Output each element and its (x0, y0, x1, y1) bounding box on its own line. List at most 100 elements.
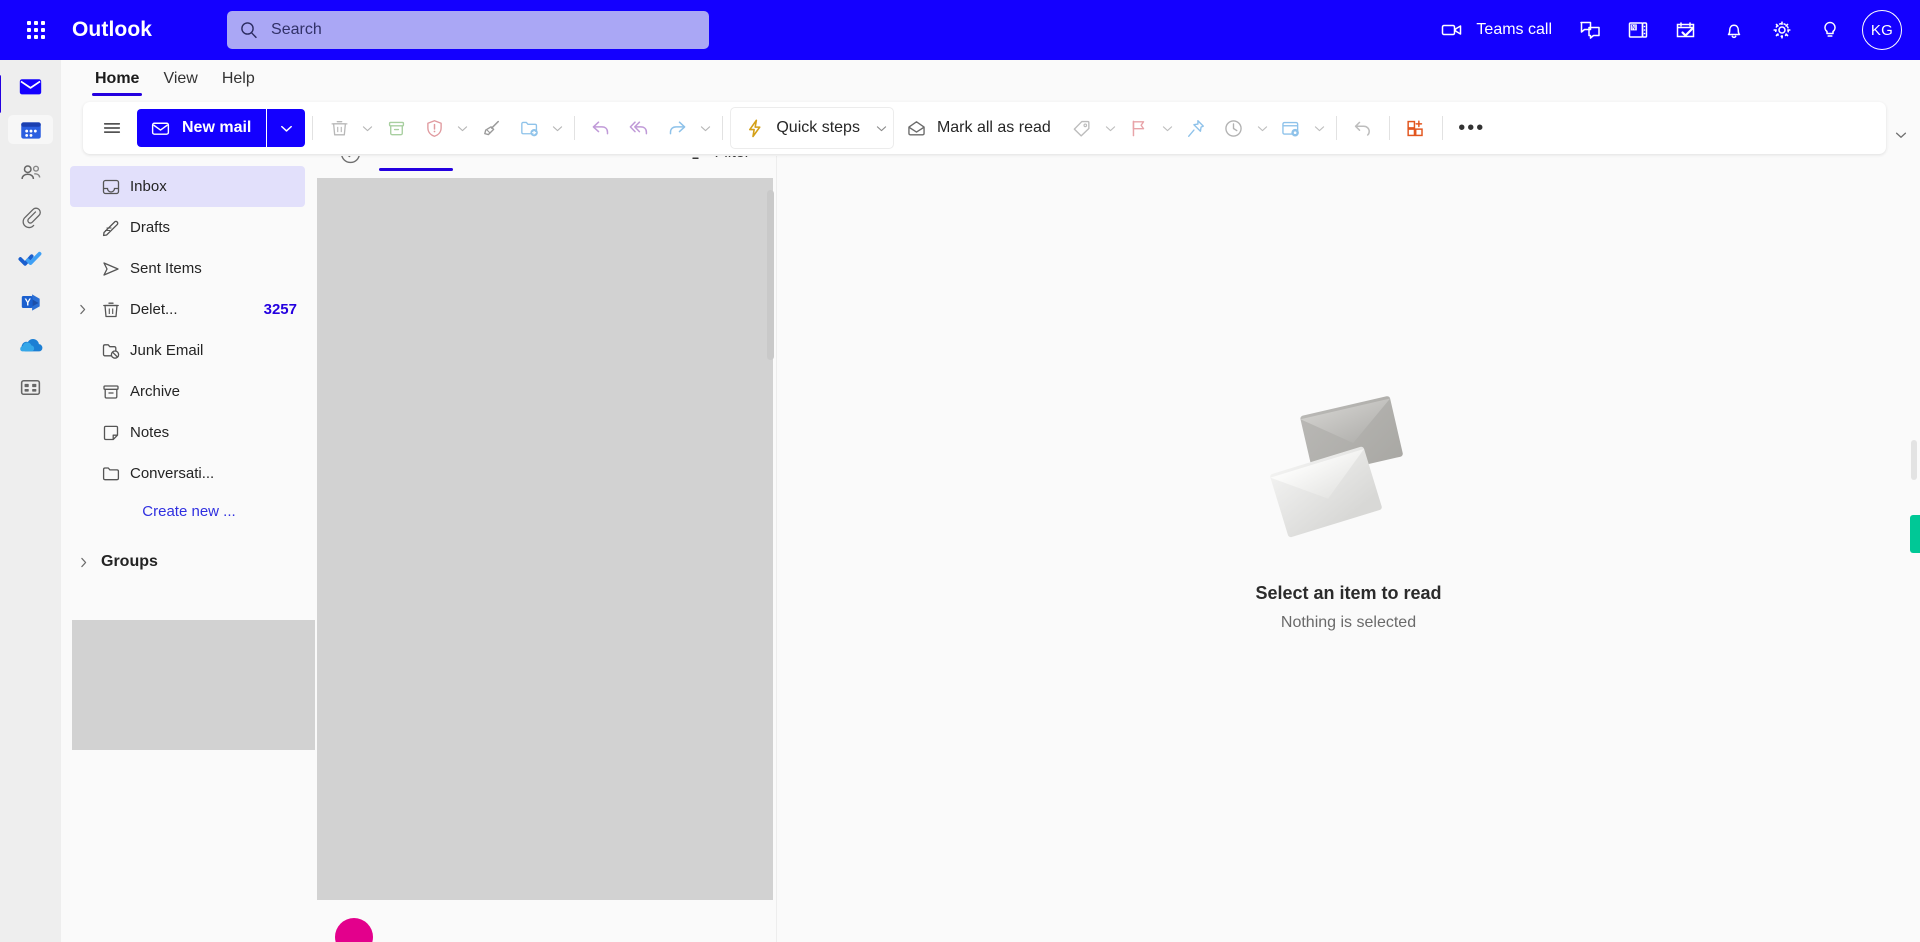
app-launcher-button[interactable] (14, 8, 58, 52)
snooze-group (1215, 108, 1272, 148)
tab-home[interactable]: Home (83, 66, 151, 96)
categorize-dropdown[interactable] (1101, 109, 1120, 147)
chevron-right-icon[interactable] (70, 303, 94, 316)
new-mail-dropdown[interactable] (267, 109, 305, 147)
tips-button[interactable] (1806, 8, 1854, 52)
flag-button[interactable] (1120, 109, 1158, 147)
divider (1335, 116, 1337, 140)
forward-group (658, 108, 715, 148)
forward-button[interactable] (658, 109, 696, 147)
message-list-scrollbar[interactable] (767, 190, 774, 360)
inbox-icon (94, 177, 128, 197)
categorize-button[interactable] (1063, 109, 1101, 147)
redacted-block-messages (317, 178, 773, 900)
message-sender-avatar[interactable] (335, 918, 373, 942)
reading-pane-scrollbar[interactable] (1911, 440, 1917, 480)
tab-view[interactable]: View (151, 66, 209, 96)
todo-check-icon (18, 251, 42, 266)
teams-call-button[interactable]: Teams call (1426, 10, 1566, 50)
forward-icon (670, 121, 686, 135)
ribbon-zone: Home View Help New mail Quick steps Mark… (61, 60, 1920, 156)
avatar-initials: KG (1870, 21, 1894, 39)
delete-button[interactable] (320, 109, 358, 147)
settings-button[interactable] (1758, 8, 1806, 52)
rail-item-more-apps[interactable] (8, 373, 53, 402)
move-to-dropdown[interactable] (548, 109, 567, 147)
junk-icon (94, 341, 128, 361)
rail-item-mail[interactable] (0, 72, 53, 113)
search-box[interactable] (227, 11, 710, 49)
toggle-nav-pane-button[interactable] (91, 108, 133, 148)
rules-dropdown[interactable] (1310, 109, 1329, 147)
chevron-down-icon (876, 125, 887, 131)
chevron-down-icon (553, 125, 563, 131)
folder-item-inbox[interactable]: Inbox (70, 166, 305, 207)
folder-item-archive[interactable]: Archive (70, 371, 305, 412)
undo-button[interactable] (1344, 109, 1382, 147)
rail-item-todo[interactable] (8, 244, 53, 273)
two-envelopes-illustration (1254, 391, 1444, 561)
mark-all-as-read-button[interactable]: Mark all as read (894, 109, 1063, 147)
folder-label: Drafts (130, 219, 171, 236)
reply-button[interactable] (582, 109, 620, 147)
apps-grid-icon (20, 379, 41, 396)
onedrive-cloud-icon (19, 338, 42, 351)
tab-help[interactable]: Help (210, 66, 267, 96)
groups-label: Groups (101, 553, 158, 570)
quick-steps-button[interactable]: Quick steps (733, 109, 872, 147)
collapse-ribbon-button[interactable] (1888, 122, 1914, 148)
chevron-down-icon (280, 125, 292, 132)
folder-item-drafts[interactable]: Drafts (70, 207, 305, 248)
folder-item-junk[interactable]: Junk Email (70, 330, 305, 371)
chevron-down-icon (701, 125, 711, 131)
folder-label: Conversati... (130, 465, 215, 482)
chevron-down-icon (1105, 125, 1115, 131)
rail-item-viva-engage[interactable]: Y (8, 287, 53, 316)
report-button[interactable] (415, 109, 453, 147)
quick-steps-dropdown[interactable] (872, 109, 891, 147)
folder-item-conversation-history[interactable]: Conversati... (70, 453, 305, 494)
search-input[interactable] (271, 21, 698, 39)
folder-item-deleted[interactable]: Delet... 3257 (70, 289, 305, 330)
chat-icon (1580, 21, 1600, 39)
move-to-button[interactable] (510, 109, 548, 147)
folder-item-notes[interactable]: Notes (70, 412, 305, 453)
reply-all-button[interactable] (620, 109, 658, 147)
more-commands-button[interactable]: ••• (1450, 109, 1494, 147)
delete-icon (331, 120, 348, 135)
report-dropdown[interactable] (453, 109, 472, 147)
notes-icon (94, 423, 128, 443)
snooze-dropdown[interactable] (1253, 109, 1272, 147)
move-to-group (510, 108, 567, 148)
reading-pane: Select an item to read Nothing is select… (777, 60, 1920, 942)
reply-all-icon (630, 121, 648, 135)
rail-item-files[interactable] (8, 201, 53, 230)
feedback-tab[interactable] (1910, 515, 1920, 553)
todo-button[interactable] (1662, 8, 1710, 52)
sweep-button[interactable] (472, 109, 510, 147)
flag-dropdown[interactable] (1158, 109, 1177, 147)
new-mail-button[interactable]: New mail (137, 109, 306, 147)
rail-item-calendar[interactable] (8, 115, 53, 144)
chevron-right-icon (71, 556, 95, 569)
groups-section[interactable]: Groups (61, 542, 317, 582)
chat-button[interactable] (1566, 8, 1614, 52)
avatar[interactable]: KG (1862, 10, 1902, 50)
pin-button[interactable] (1177, 109, 1215, 147)
rail-item-people[interactable] (8, 158, 53, 187)
snooze-button[interactable] (1215, 109, 1253, 147)
app-title: Outlook (72, 18, 153, 41)
folder-item-sent[interactable]: Sent Items (70, 248, 305, 289)
archive-icon (94, 382, 128, 402)
create-new-folder-link[interactable]: Create new ... (61, 494, 317, 530)
onenote-button[interactable]: N (1614, 8, 1662, 52)
apps-button[interactable] (1397, 109, 1435, 147)
app-launcher-icon (27, 21, 45, 39)
rules-button[interactable] (1272, 109, 1310, 147)
new-mail-main[interactable]: New mail (137, 109, 268, 147)
notifications-button[interactable] (1710, 8, 1758, 52)
forward-dropdown[interactable] (696, 109, 715, 147)
archive-button[interactable] (377, 109, 415, 147)
rail-item-onedrive[interactable] (8, 330, 53, 359)
delete-dropdown[interactable] (358, 109, 377, 147)
